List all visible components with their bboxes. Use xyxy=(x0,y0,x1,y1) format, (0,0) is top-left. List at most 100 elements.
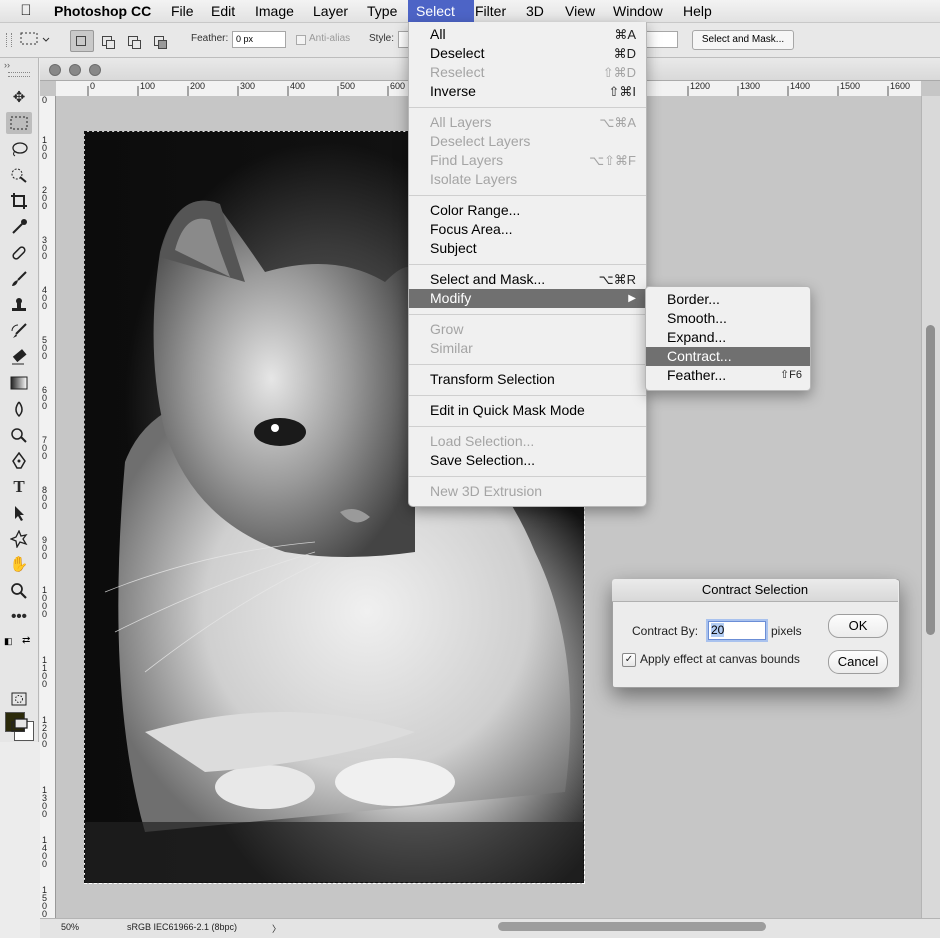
stamp-icon[interactable] xyxy=(6,294,32,316)
ruler-label: 300 xyxy=(240,81,256,91)
vertical-scroll-thumb[interactable] xyxy=(926,325,935,635)
menu-separator xyxy=(409,426,646,427)
menu-item-inverse[interactable]: Inverse ⇧⌘I xyxy=(409,82,646,101)
menu-view[interactable]: View xyxy=(557,0,603,22)
pen-icon[interactable] xyxy=(6,450,32,472)
menu-layer[interactable]: Layer xyxy=(305,0,356,22)
cancel-button[interactable]: Cancel xyxy=(828,650,888,674)
swap-colors-icon[interactable]: ⇄ xyxy=(22,635,30,646)
menu-file[interactable]: File xyxy=(163,0,202,22)
menu-item-deselect-layers[interactable]: Deselect Layers xyxy=(409,132,646,151)
path-select-icon[interactable] xyxy=(6,502,32,524)
history-brush-icon[interactable] xyxy=(6,320,32,342)
menu-item-color-range[interactable]: Color Range... xyxy=(409,201,646,220)
grip-handle[interactable] xyxy=(6,33,12,47)
new-selection-mode-button[interactable] xyxy=(70,30,94,52)
menu-item-all[interactable]: All ⌘A xyxy=(409,25,646,44)
move-icon[interactable]: ✥ xyxy=(6,87,32,109)
menu-item-new-3d-extrusion[interactable]: New 3D Extrusion xyxy=(409,482,646,501)
ruler-label: 8 0 0 xyxy=(42,485,48,511)
more-tools-icon[interactable]: ••• xyxy=(6,606,32,628)
menu-separator xyxy=(409,195,646,196)
ruler-label: 1400 xyxy=(790,81,811,91)
menu-window[interactable]: Window xyxy=(605,0,671,22)
horizontal-scroll-thumb[interactable] xyxy=(498,922,766,931)
panel-grip[interactable] xyxy=(8,72,30,77)
menu-3d[interactable]: 3D xyxy=(518,0,552,22)
ok-button[interactable]: OK xyxy=(828,614,888,638)
dialog-title: Contract Selection xyxy=(612,579,898,602)
menu-separator xyxy=(409,476,646,477)
ruler-label: 0 xyxy=(42,96,48,105)
menu-item-save-selection[interactable]: Save Selection... xyxy=(409,451,646,470)
menu-item-isolate-layers[interactable]: Isolate Layers xyxy=(409,170,646,189)
add-selection-mode-button[interactable] xyxy=(96,30,120,52)
minimize-window-icon[interactable] xyxy=(69,64,81,76)
menu-edit[interactable]: Edit xyxy=(203,0,243,22)
menu-item-similar[interactable]: Similar xyxy=(409,339,646,358)
ruler-label: 100 xyxy=(140,81,156,91)
marquee-preset-icon[interactable] xyxy=(20,31,50,45)
zoom-icon[interactable] xyxy=(6,580,32,602)
menu-item-grow[interactable]: Grow xyxy=(409,320,646,339)
quick-select-icon[interactable] xyxy=(6,164,32,186)
ruler-label: 1 0 0 0 xyxy=(42,585,48,619)
status-arrow-icon[interactable]: 〉 xyxy=(272,922,281,935)
canvas-bounds-checkbox[interactable]: ✓ xyxy=(622,653,636,667)
feather-input[interactable]: 0 px xyxy=(232,31,286,48)
hand-icon[interactable]: ✋ xyxy=(6,554,32,576)
contract-by-input[interactable]: 20 xyxy=(708,621,766,640)
eraser-icon[interactable] xyxy=(6,346,32,368)
collapse-icon[interactable]: ›› xyxy=(4,60,10,70)
close-window-icon[interactable] xyxy=(49,64,61,76)
dodge-icon[interactable] xyxy=(6,424,32,446)
crop-icon[interactable] xyxy=(6,190,32,212)
zoom-level[interactable]: 50% xyxy=(61,922,79,932)
menu-item-load-selection[interactable]: Load Selection... xyxy=(409,432,646,451)
menu-image[interactable]: Image xyxy=(247,0,302,22)
app-name-menu[interactable]: Photoshop CC xyxy=(46,0,159,22)
menu-filter[interactable]: Filter xyxy=(467,0,514,22)
intersect-selection-mode-button[interactable] xyxy=(148,30,172,52)
feather-label: Feather: xyxy=(191,33,229,44)
menu-help[interactable]: Help xyxy=(675,0,720,22)
apple-icon[interactable]:  xyxy=(14,0,38,22)
shape-icon[interactable] xyxy=(6,528,32,550)
quick-mask-icon[interactable] xyxy=(6,688,32,710)
submenu-item-contract[interactable]: Contract... xyxy=(646,347,810,366)
marquee-icon[interactable] xyxy=(6,112,32,134)
zoom-window-icon[interactable] xyxy=(89,64,101,76)
submenu-item-border[interactable]: Border... xyxy=(646,290,810,309)
height-input[interactable] xyxy=(645,31,678,48)
gradient-icon[interactable] xyxy=(6,372,32,394)
menu-select[interactable]: Select xyxy=(408,0,474,22)
eyedropper-icon[interactable] xyxy=(6,216,32,238)
submenu-item-expand[interactable]: Expand... xyxy=(646,328,810,347)
menu-item-quick-mask[interactable]: Edit in Quick Mask Mode xyxy=(409,401,646,420)
ruler-label: 1500 xyxy=(840,81,861,91)
subtract-selection-mode-button[interactable] xyxy=(122,30,146,52)
submenu-item-smooth[interactable]: Smooth... xyxy=(646,309,810,328)
antialias-checkbox[interactable] xyxy=(296,35,306,45)
menu-item-select-and-mask[interactable]: Select and Mask... ⌥⌘R xyxy=(409,270,646,289)
screen-mode-icon[interactable] xyxy=(6,714,32,736)
select-and-mask-button[interactable]: Select and Mask... xyxy=(692,30,794,50)
lasso-icon[interactable] xyxy=(6,138,32,160)
default-colors-icon[interactable]: ◧ xyxy=(4,636,13,647)
tools-panel: ›› ✥ T ✋ ••• ◧ ⇄ xyxy=(0,58,39,742)
menu-item-modify[interactable]: Modify ▶ xyxy=(409,289,646,308)
menu-item-reselect[interactable]: Reselect ⇧⌘D xyxy=(409,63,646,82)
menu-item-all-layers[interactable]: All Layers ⌥⌘A xyxy=(409,113,646,132)
menu-item-subject[interactable]: Subject xyxy=(409,239,646,258)
submenu-item-feather[interactable]: Feather... ⇧F6 xyxy=(646,366,810,385)
menu-item-focus-area[interactable]: Focus Area... xyxy=(409,220,646,239)
blur-icon[interactable] xyxy=(6,398,32,420)
brush-icon[interactable] xyxy=(6,268,32,290)
type-icon[interactable]: T xyxy=(6,476,32,498)
healing-icon[interactable] xyxy=(6,242,32,264)
menu-item-deselect[interactable]: Deselect ⌘D xyxy=(409,44,646,63)
menu-item-transform-selection[interactable]: Transform Selection xyxy=(409,370,646,389)
menu-type[interactable]: Type xyxy=(359,0,405,22)
menu-item-find-layers[interactable]: Find Layers ⌥⇧⌘F xyxy=(409,151,646,170)
menu-separator xyxy=(409,314,646,315)
